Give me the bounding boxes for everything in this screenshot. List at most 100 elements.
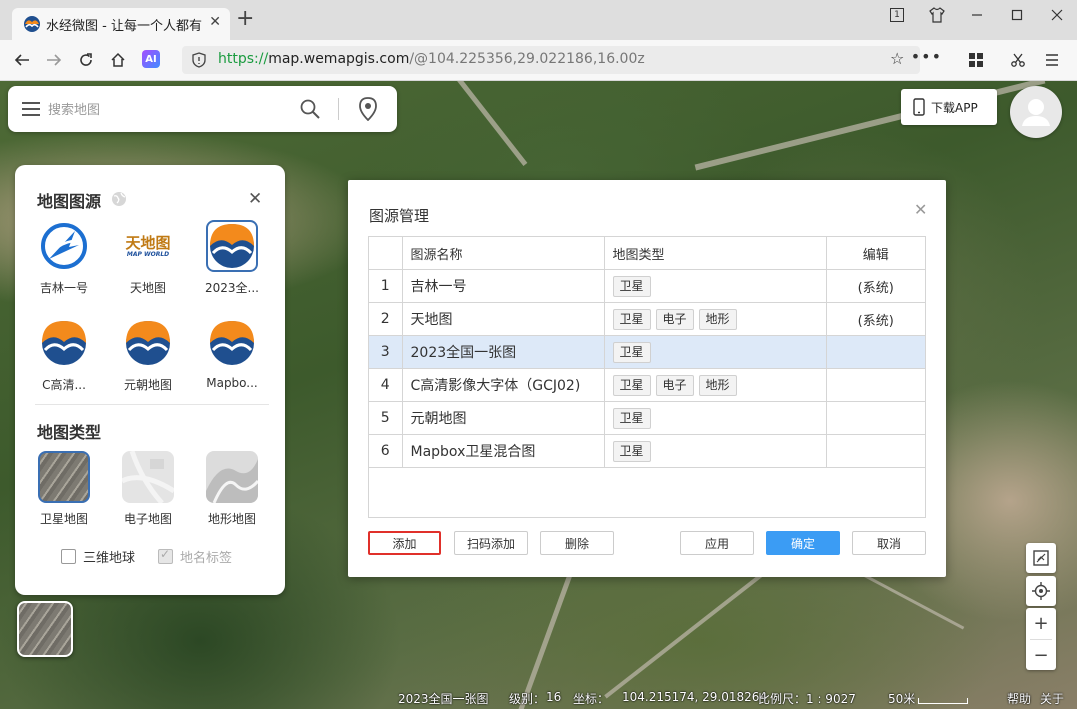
maximize-button[interactable] [997, 0, 1037, 30]
header-type: 地图类型 [604, 237, 827, 270]
table-row[interactable]: 2 天地图 卫星 电子 地形 (系统) [369, 302, 925, 336]
source-label: 天地图 [129, 281, 166, 295]
row-name: Mapbox卫星混合图 [402, 434, 605, 468]
tab-title: 水经微图 - 让每一个人都有自 [46, 18, 204, 34]
ok-button[interactable]: 确定 [766, 531, 840, 555]
cancel-button[interactable]: 取消 [852, 531, 926, 555]
scale-bar [918, 698, 968, 704]
row-name: C高清影像大字体（GCJ02) [402, 368, 605, 402]
source-item-2023-national[interactable]: 2023全... [197, 220, 267, 296]
map-type-label: 电子地图 [123, 512, 172, 526]
scissors-icon[interactable] [1006, 48, 1030, 72]
source-item-tianditu[interactable]: 天地图 MAP WORLD 天地图 [113, 220, 183, 296]
type-tag: 地形 [698, 308, 737, 330]
globe-icon[interactable] [111, 191, 127, 207]
globe-3d-checkbox[interactable]: 三维地球 [61, 547, 135, 566]
browser-tab-strip: 水经微图 - 让每一个人都有自 ✕ + 1 [0, 0, 1077, 40]
source-item-c-hd[interactable]: C高清... [29, 317, 99, 393]
screenshot-crop-button[interactable] [1026, 543, 1056, 573]
terrain-map-thumbnail [206, 451, 258, 503]
satellite-map[interactable]: 下载APP 地图图源 ✕ 吉林一号 天地图 [0, 81, 1077, 709]
map-status-bar: 2023全国一张图 级别： 16 坐标： 104.215174, 29.0182… [0, 689, 1077, 709]
minimize-button[interactable] [957, 0, 997, 30]
wemap-logo-icon [38, 317, 90, 369]
url-text[interactable]: https://map.wemapgis.com/@104.225356,29.… [218, 51, 645, 67]
table-row[interactable]: 6 Mapbox卫星混合图 卫星 [369, 434, 925, 468]
source-table: 图源名称 地图类型 编辑 1 吉林一号 卫星 (系统) 2 天地图 卫星 电子 … [368, 236, 926, 518]
apply-button[interactable]: 应用 [680, 531, 754, 555]
table-row[interactable]: 4 C高清影像大字体（GCJ02) 卫星 电子 地形 [369, 368, 925, 402]
forward-button[interactable] [42, 48, 66, 72]
download-app-label: 下载APP [931, 100, 978, 115]
tab-count-icon[interactable]: 1 [877, 0, 917, 30]
add-button[interactable]: 添加 [368, 531, 441, 555]
layer-switch-thumbnail[interactable] [17, 601, 73, 657]
row-types: 卫星 [604, 434, 827, 468]
user-icon [1022, 99, 1050, 126]
user-avatar[interactable] [1010, 86, 1062, 138]
checkbox-box[interactable] [158, 547, 173, 564]
row-types: 卫星 电子 地形 [604, 302, 827, 336]
row-types: 卫星 [604, 401, 827, 435]
scan-add-button[interactable]: 扫码添加 [454, 531, 528, 555]
wemap-logo-icon [122, 317, 174, 369]
globe-3d-label: 三维地球 [83, 551, 136, 566]
row-index: 1 [369, 269, 403, 303]
url-bar[interactable]: https://map.wemapgis.com/@104.225356,29.… [182, 46, 941, 74]
more-options-icon[interactable]: ••• [911, 47, 942, 66]
source-item-yuan-dynasty[interactable]: 元朝地图 [113, 317, 183, 393]
source-item-mapbox[interactable]: Mapbo... [197, 317, 267, 390]
home-button[interactable] [106, 48, 130, 72]
search-icon[interactable] [300, 99, 320, 119]
row-index: 5 [369, 401, 403, 435]
row-edit [826, 401, 925, 435]
place-labels-checkbox[interactable]: 地名标签 [158, 547, 232, 566]
row-name: 吉林一号 [402, 269, 605, 303]
satellite-thumbnail [38, 451, 90, 503]
map-type-terrain[interactable]: 地形地图 [197, 451, 267, 527]
locate-button[interactable] [1026, 576, 1056, 606]
table-row[interactable]: 5 元朝地图 卫星 [369, 401, 925, 435]
table-row-selected[interactable]: 3 2023全国一张图 卫星 [369, 335, 925, 369]
new-tab-button[interactable]: + [236, 8, 254, 30]
source-item-jilin1[interactable]: 吉林一号 [29, 220, 99, 296]
type-tag: 电子 [655, 374, 694, 396]
map-type-electronic[interactable]: 电子地图 [113, 451, 183, 527]
bookmark-star-icon[interactable]: ☆ [890, 49, 904, 68]
skin-icon[interactable] [917, 0, 957, 30]
source-panel-title: 地图图源 [37, 192, 102, 211]
source-panel-close-icon[interactable]: ✕ [248, 189, 262, 209]
security-shield-icon[interactable] [191, 52, 207, 68]
download-app-button[interactable]: 下载APP [901, 89, 997, 125]
source-label: Mapbo... [206, 376, 258, 390]
browser-menu-icon[interactable] [1040, 48, 1064, 72]
zoom-out-button[interactable]: − [1026, 640, 1056, 671]
row-name: 元朝地图 [402, 401, 605, 435]
location-pin-icon[interactable] [358, 97, 378, 121]
row-types: 卫星 电子 地形 [604, 368, 827, 402]
apps-grid-icon[interactable] [964, 48, 988, 72]
hamburger-menu-icon[interactable] [22, 102, 40, 116]
browser-tab[interactable]: 水经微图 - 让每一个人都有自 ✕ [12, 8, 230, 40]
table-row[interactable]: 1 吉林一号 卫星 (系统) [369, 269, 925, 303]
search-input[interactable] [46, 98, 290, 122]
phone-icon [913, 98, 925, 116]
row-name: 天地图 [402, 302, 605, 336]
status-level-label: 级别： [509, 692, 546, 706]
map-type-satellite[interactable]: 卫星地图 [29, 451, 99, 527]
about-link[interactable]: 关于 [1040, 690, 1064, 707]
delete-button[interactable]: 删除 [540, 531, 614, 555]
checkbox-box[interactable] [61, 549, 76, 564]
tab-close-icon[interactable]: ✕ [209, 14, 221, 30]
zoom-in-button[interactable]: + [1026, 608, 1056, 639]
dialog-close-icon[interactable]: ✕ [914, 200, 927, 219]
header-edit: 编辑 [826, 237, 925, 270]
ai-assistant-icon[interactable]: AI [142, 50, 160, 68]
reload-button[interactable] [74, 48, 98, 72]
back-button[interactable] [10, 48, 34, 72]
table-header-row: 图源名称 地图类型 编辑 [369, 237, 925, 270]
map-type-title: 地图类型 [37, 423, 102, 442]
help-link[interactable]: 帮助 [1007, 690, 1031, 707]
panel-divider [35, 404, 269, 405]
close-window-button[interactable] [1037, 0, 1077, 30]
